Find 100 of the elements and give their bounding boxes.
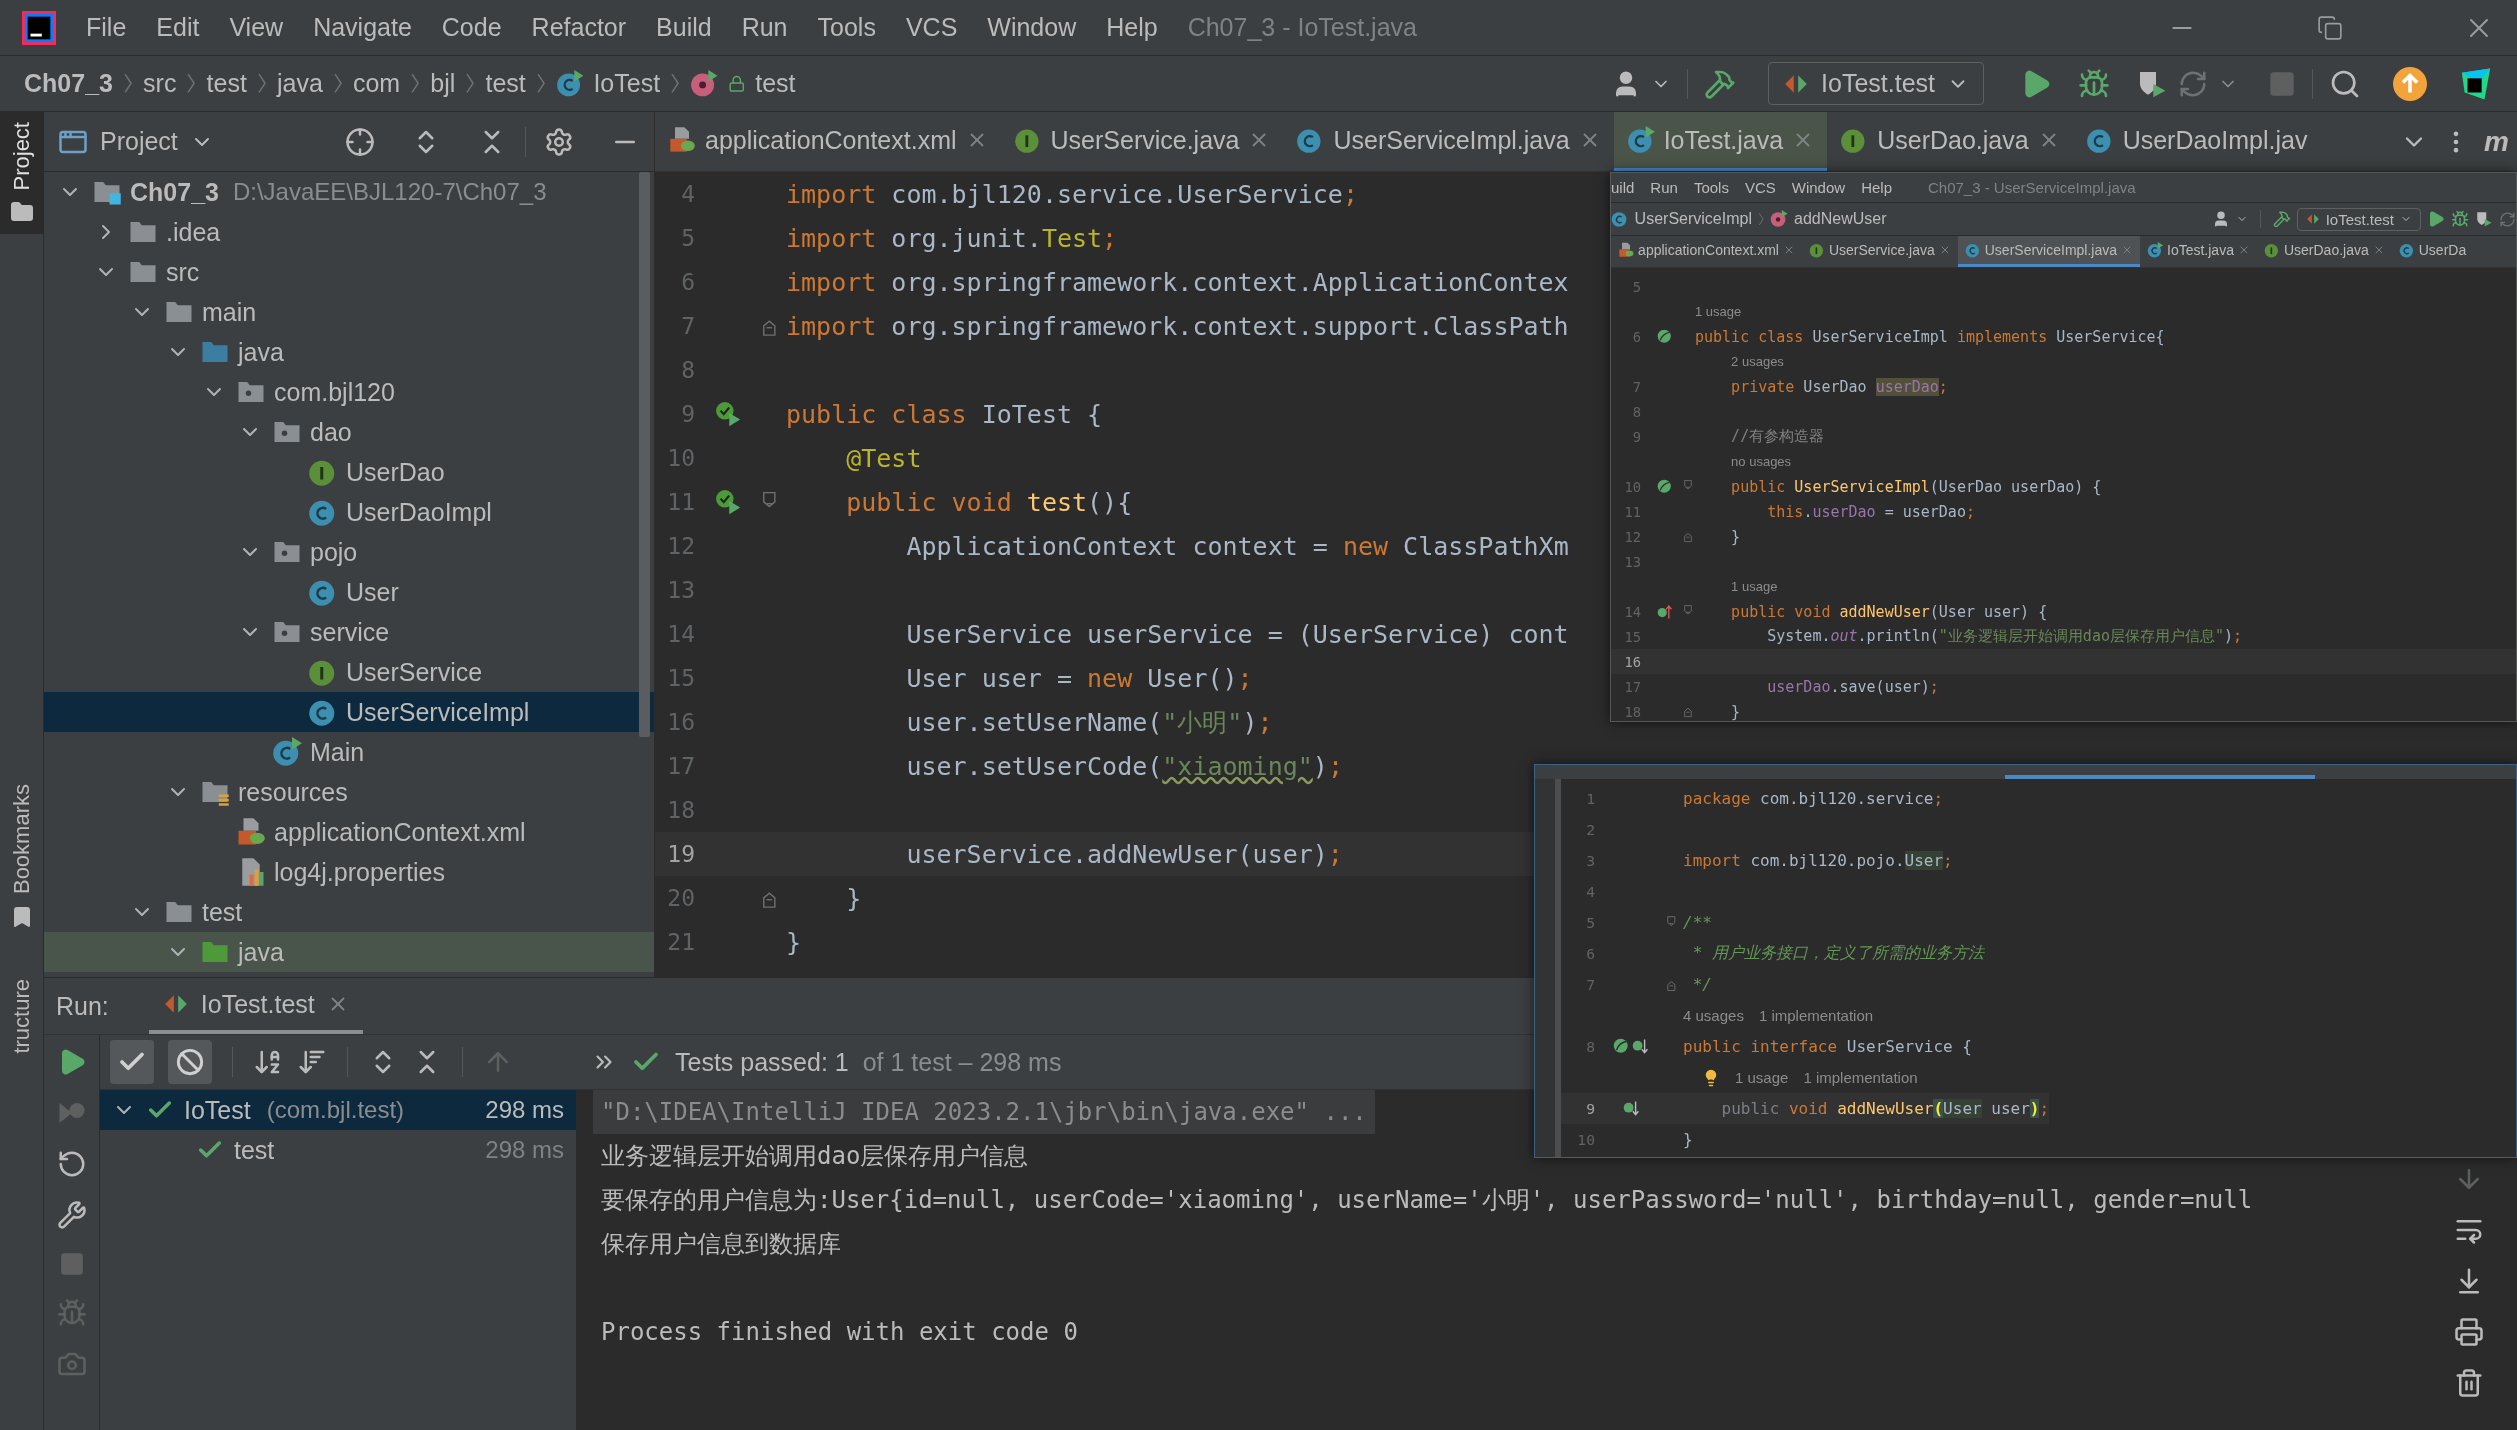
usage-hint[interactable]: 1 usage [1731, 579, 1778, 594]
tree-item-label[interactable]: java [238, 337, 284, 367]
editor-tab[interactable]: UserService.java [1000, 112, 1284, 171]
editor-tab[interactable]: UserServiceImpl.java [1957, 236, 2140, 267]
editor-tab[interactable]: UserService.java [1801, 236, 1958, 267]
usage-hint[interactable]: 1 usage [1695, 304, 1742, 319]
tree-row[interactable]: java [44, 932, 654, 972]
menu-item[interactable]: Edit [156, 13, 200, 42]
tree-row[interactable]: User [44, 572, 654, 612]
menu-item[interactable]: Code [441, 13, 502, 42]
menu-item[interactable]: Navigate [313, 13, 412, 42]
breadcrumb[interactable]: bjl [430, 69, 456, 98]
menu-item[interactable]: Run [741, 13, 788, 42]
breadcrumb[interactable]: com [352, 69, 401, 98]
menu-item[interactable]: VCS [905, 13, 958, 42]
tree-item-label[interactable]: test [202, 897, 243, 927]
menu-item[interactable]: Run [1650, 179, 1678, 196]
editor-tab[interactable]: UserDao.java [2256, 236, 2392, 267]
tree-item-label[interactable]: resources [238, 777, 348, 807]
tree-row[interactable]: test [44, 892, 654, 932]
tree-item-label[interactable]: com.bjl120 [274, 377, 395, 407]
tree-row[interactable]: java [44, 332, 654, 372]
breadcrumb[interactable]: IoTest [593, 69, 661, 98]
editor-tab[interactable]: UserDao.java [1827, 112, 2073, 171]
usage-hint[interactable]: 1 implementation [1803, 1069, 1918, 1086]
breadcrumb[interactable]: test [755, 69, 796, 98]
run-configuration-dropdown[interactable]: IoTest.test [1768, 62, 1984, 105]
usage-hint[interactable]: 4 usages [1683, 1007, 1744, 1024]
editor-tab[interactable]: UserServiceImpl.java [1283, 112, 1614, 171]
tree-item-label[interactable]: Main [310, 737, 365, 767]
breadcrumb[interactable]: test [485, 69, 526, 98]
tree-row[interactable]: UserDaoImpl [44, 492, 654, 532]
editor-tab[interactable]: IoTest.java [1613, 112, 1828, 171]
menu-item[interactable]: View [229, 13, 284, 42]
tree-row[interactable]: Ch07_3 D:\JavaEE\BJL120-7\Ch07_3 [44, 172, 654, 212]
breadcrumb[interactable]: UserServiceImpl [1634, 210, 1752, 228]
tree-row[interactable]: .idea [44, 212, 654, 252]
breadcrumb[interactable]: java [276, 69, 323, 98]
editor-tab[interactable]: UserDaoImpl.jav [2072, 112, 2321, 171]
menu-item[interactable]: Window [1791, 179, 1846, 196]
menu-item[interactable]: Window [987, 13, 1077, 42]
tree-row[interactable]: applicationContext.xml [44, 812, 654, 852]
menu-item[interactable]: Help [1106, 13, 1158, 42]
editor-tab[interactable]: IoTest.java [2139, 236, 2257, 267]
side-tab[interactable]: Project [0, 112, 43, 235]
run-configuration-dropdown[interactable]: IoTest.test [2296, 207, 2421, 231]
menu-item[interactable]: Tools [817, 13, 876, 42]
breadcrumb[interactable]: addNewUser [1794, 210, 1887, 228]
test-row[interactable]: IoTest (com.bjl.test) 298 ms [100, 1090, 576, 1130]
side-tab[interactable]: tructure [0, 968, 43, 1064]
menu-item[interactable]: VCS [1744, 179, 1776, 196]
test-row[interactable]: test 298 ms [100, 1130, 576, 1170]
tree-item-label[interactable]: .idea [166, 217, 221, 247]
side-tab[interactable]: Bookmarks [0, 774, 43, 939]
tree-item-label[interactable]: dao [310, 417, 352, 447]
tree-item-label[interactable]: applicationContext.xml [274, 817, 526, 847]
tree-row[interactable]: service [44, 612, 654, 652]
tree-item-label[interactable]: pojo [310, 537, 358, 567]
menu-item[interactable]: Tools [1693, 179, 1729, 196]
tree-row[interactable]: Main [44, 732, 654, 772]
tree-row[interactable]: src [44, 252, 654, 292]
tree-item-label[interactable]: java [238, 937, 284, 967]
tree-item-label[interactable]: service [310, 617, 390, 647]
tree-item-label[interactable]: UserService [346, 657, 483, 687]
usage-hint[interactable]: no usages [1731, 454, 1792, 469]
menu-item[interactable]: uild [1611, 179, 1635, 196]
breadcrumb[interactable]: Ch07_3 [24, 69, 113, 98]
run-tab[interactable]: IoTest.test [148, 978, 363, 1034]
tree-item-label[interactable]: src [166, 257, 200, 287]
tree-row[interactable]: UserDao [44, 452, 654, 492]
breadcrumb[interactable]: test [206, 69, 247, 98]
breadcrumb[interactable]: src [143, 69, 177, 98]
tree-row[interactable]: log4j.properties [44, 852, 654, 892]
tool-window-label[interactable]: m [2484, 125, 2509, 158]
tree-item-label[interactable]: User [346, 577, 399, 607]
tree-row[interactable]: main [44, 292, 654, 332]
editor-tab[interactable]: UserDa [2391, 236, 2474, 267]
usage-hint[interactable]: 1 usage [1735, 1069, 1789, 1086]
menu-item[interactable]: File [86, 13, 127, 42]
tree-row[interactable]: UserServiceImpl [44, 692, 654, 732]
editor-tab[interactable]: applicationContext.xml [1611, 236, 1802, 267]
menu-item[interactable]: Help [1861, 179, 1892, 196]
tree-row[interactable]: resources [44, 772, 654, 812]
menu-item[interactable]: Build [656, 13, 712, 42]
tree-item-label[interactable]: UserDao [346, 457, 445, 487]
tree-item-label[interactable]: UserServiceImpl [346, 697, 530, 727]
editor-tab[interactable]: applicationContext.xml [655, 112, 1001, 171]
tree-row[interactable]: com.bjl120 [44, 372, 654, 412]
tree-row[interactable]: pojo [44, 532, 654, 572]
tree-item-label[interactable]: UserDaoImpl [346, 497, 492, 527]
tree-row[interactable]: UserService [44, 652, 654, 692]
usage-hint[interactable]: 2 usages [1731, 354, 1784, 369]
usage-hint[interactable]: 1 implementation [1758, 1007, 1874, 1024]
menu-item[interactable]: Refactor [531, 13, 627, 42]
tree-item-label[interactable]: log4j.properties [274, 857, 445, 887]
tree-row[interactable]: dao [44, 412, 654, 452]
tree-item-label[interactable]: main [202, 297, 257, 327]
tree-item-label[interactable]: Ch07_3 [130, 177, 219, 207]
panel-title[interactable]: Project [100, 127, 178, 156]
code-line: } [1730, 527, 1741, 546]
